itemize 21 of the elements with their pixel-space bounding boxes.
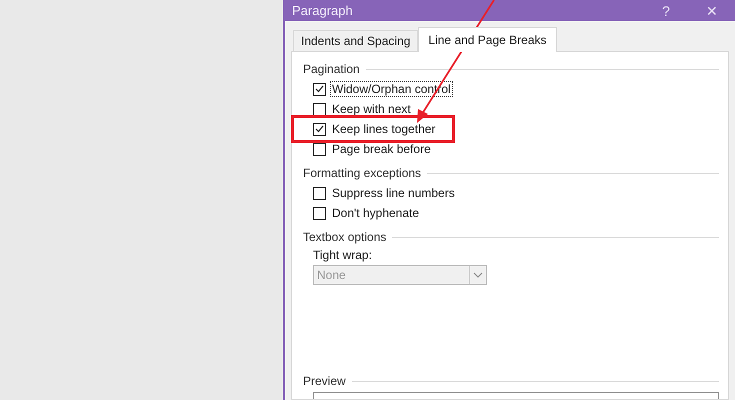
checkbox[interactable] (313, 122, 326, 136)
checkbox-label[interactable]: Keep with next (330, 101, 413, 117)
section-title: Formatting exceptions (303, 166, 422, 180)
close-button[interactable]: ✕ (689, 0, 735, 21)
section-title: Pagination (303, 62, 360, 76)
section-title: Preview (303, 374, 346, 388)
window-title: Paragraph (292, 3, 354, 18)
checkbox[interactable] (313, 186, 326, 200)
help-button[interactable]: ? (643, 0, 689, 21)
checkbox-label[interactable]: Suppress line numbers (330, 185, 457, 201)
tab[interactable]: Line and Page Breaks (418, 27, 557, 52)
checkbox[interactable] (313, 82, 326, 96)
checkbox-label[interactable]: Don't hyphenate (330, 205, 422, 221)
section-title: Textbox options (303, 230, 386, 244)
checkbox-label[interactable]: Keep lines together (330, 121, 438, 137)
tab[interactable]: Indents and Spacing (293, 30, 418, 51)
checkbox-label[interactable]: Page break before (330, 141, 433, 157)
checkbox[interactable] (313, 206, 326, 220)
checkbox[interactable] (313, 102, 326, 116)
field-label: Tight wrap: (312, 248, 373, 262)
checkbox[interactable] (313, 142, 326, 156)
